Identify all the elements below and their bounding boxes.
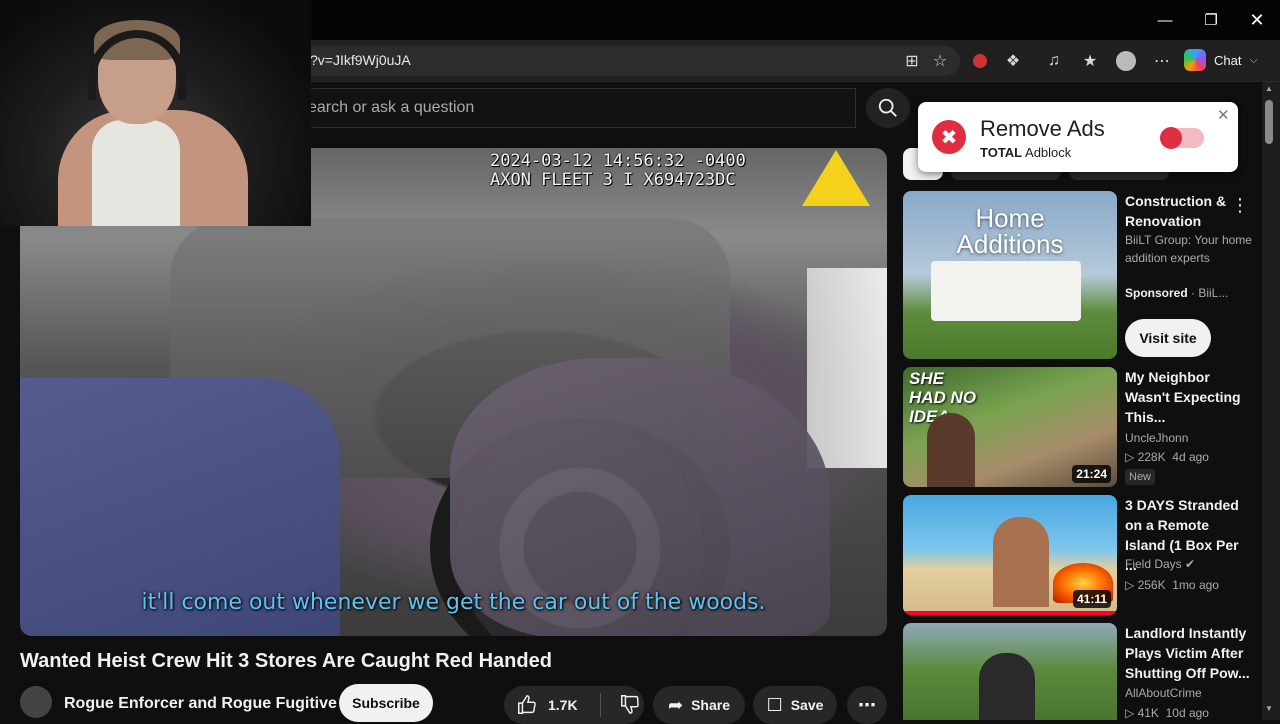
ad-advertiser: BiiL... bbox=[1198, 286, 1229, 300]
media-control-icon[interactable]: ♫ bbox=[1042, 49, 1066, 73]
axon-logo-icon bbox=[802, 150, 870, 206]
kebab-menu-icon[interactable]: ⋮ bbox=[1231, 195, 1249, 216]
extensions-icon[interactable]: ❖ bbox=[1001, 49, 1025, 73]
save-label: Save bbox=[790, 697, 824, 713]
video-channel[interactable]: UncleJhonn bbox=[1125, 429, 1253, 447]
video-duration: 21:24 bbox=[1072, 465, 1111, 483]
thumbs-up-icon bbox=[518, 695, 536, 714]
bookmark-icon: ☐ bbox=[766, 694, 783, 715]
webcam-overlay bbox=[0, 0, 311, 226]
channel-avatar[interactable] bbox=[20, 686, 52, 718]
sponsored-label: Sponsored bbox=[1125, 286, 1188, 300]
like-count: 1.7K bbox=[548, 697, 578, 713]
like-button[interactable]: 1.7K bbox=[516, 694, 578, 716]
visit-site-button[interactable]: Visit site bbox=[1125, 319, 1211, 357]
video-views: 41K bbox=[1137, 706, 1159, 720]
ad-description: BiiLT Group: Your home addition experts bbox=[1125, 233, 1252, 265]
restore-icon[interactable]: ❐ bbox=[1188, 0, 1234, 40]
adblock-brand: TOTAL Adblock bbox=[980, 145, 1071, 160]
share-button[interactable]: ➦ Share bbox=[653, 686, 745, 724]
video-thumbnail[interactable]: 41:11 bbox=[903, 495, 1117, 615]
video-views: 256K bbox=[1137, 578, 1166, 592]
ad-thumbnail[interactable]: Home Additions bbox=[903, 191, 1117, 359]
verified-icon: ✔ bbox=[1185, 557, 1196, 571]
search-icon bbox=[878, 98, 897, 117]
video-age: 4d ago bbox=[1172, 450, 1209, 464]
sponsored-ad-card[interactable]: Home Additions Construction & Renovation… bbox=[903, 191, 1258, 361]
copilot-chat-button[interactable]: Chat ⌵ bbox=[1184, 46, 1274, 74]
dislike-button[interactable] bbox=[619, 693, 641, 718]
save-button[interactable]: ☐ Save bbox=[753, 686, 837, 724]
video-channel[interactable]: AllAboutCrime bbox=[1125, 684, 1253, 702]
video-views: 228K bbox=[1137, 450, 1166, 464]
adblock-x-icon: ✖ bbox=[932, 120, 966, 154]
video-stats: ▷ 41K 10d ago bbox=[1125, 706, 1209, 720]
search-button[interactable] bbox=[866, 88, 910, 128]
minimize-icon[interactable]: — bbox=[1142, 0, 1188, 40]
ad-thumb-text: Home Additions bbox=[956, 203, 1064, 259]
subscribe-button[interactable]: Subscribe bbox=[339, 684, 433, 722]
page-scrollbar[interactable] bbox=[1262, 82, 1280, 720]
more-actions-button[interactable]: ⋯ bbox=[847, 686, 887, 724]
scrollbar-thumb[interactable] bbox=[1265, 100, 1273, 144]
adblock-brand-bold: TOTAL bbox=[980, 145, 1023, 160]
adblock-product: Adblock bbox=[1025, 145, 1072, 160]
list-item[interactable]: Landlord Instantly Plays Victim After Sh… bbox=[903, 623, 1258, 720]
copilot-icon bbox=[1184, 49, 1206, 71]
adblock-title: Remove Ads bbox=[980, 116, 1105, 141]
toggle-knob[interactable] bbox=[1160, 127, 1182, 149]
video-thumbnail[interactable] bbox=[903, 623, 1117, 720]
video-title: Wanted Heist Crew Hit 3 Stores Are Caugh… bbox=[20, 650, 552, 672]
video-title[interactable]: My Neighbor Wasn't Expecting This... bbox=[1125, 367, 1253, 427]
app-available-icon[interactable]: ⊞ bbox=[900, 49, 924, 73]
profile-avatar[interactable] bbox=[1114, 49, 1138, 73]
thumb-person bbox=[993, 517, 1049, 607]
like-dislike-group: 1.7K bbox=[504, 686, 644, 724]
adblock-popup: ✖ Remove Ads TOTAL Adblock ✕ bbox=[918, 102, 1238, 172]
video-stats: ▷ 256K 1mo ago bbox=[1125, 578, 1219, 592]
streamer-shirt bbox=[92, 120, 180, 226]
share-icon: ➦ bbox=[667, 694, 684, 715]
channel-name[interactable]: Rogue Enforcer and Rogue Fugitive bbox=[64, 695, 337, 713]
house-image bbox=[931, 261, 1081, 321]
close-icon[interactable]: ✕ bbox=[1217, 106, 1230, 124]
search-placeholder[interactable]: earch or ask a question bbox=[308, 99, 474, 117]
close-window-icon[interactable]: ✕ bbox=[1234, 0, 1280, 40]
chevron-down-icon: ⌵ bbox=[1249, 53, 1258, 66]
list-item[interactable]: SHE HAD NO IDEA. 21:24 My Neighbor Wasn'… bbox=[903, 367, 1258, 487]
thumb-person bbox=[927, 413, 975, 487]
video-duration: 41:11 bbox=[1072, 590, 1111, 608]
video-title[interactable]: Landlord Instantly Plays Victim After Sh… bbox=[1125, 623, 1253, 683]
video-caption: it'll come out whenever we get the car o… bbox=[141, 590, 766, 615]
favorite-star-icon[interactable]: ☆ bbox=[928, 49, 952, 73]
more-menu-icon[interactable]: ⋯ bbox=[1150, 49, 1174, 73]
scroll-up-icon[interactable]: ▲ bbox=[1265, 84, 1273, 93]
video-thumbnail[interactable]: SHE HAD NO IDEA. 21:24 bbox=[903, 367, 1117, 487]
video-age: 1mo ago bbox=[1172, 578, 1219, 592]
favorites-icon[interactable]: ★ bbox=[1078, 49, 1102, 73]
more-horizontal-icon: ⋯ bbox=[858, 694, 876, 715]
thumbs-down-icon bbox=[620, 694, 639, 714]
divider bbox=[599, 693, 601, 717]
address-text[interactable]: ?v=JIkf9Wj0uJA bbox=[310, 52, 411, 68]
thumb-person bbox=[979, 653, 1035, 720]
video-age: 10d ago bbox=[1165, 706, 1209, 720]
watch-progress-bar bbox=[903, 611, 1117, 615]
new-badge: New bbox=[1125, 469, 1156, 485]
video-channel-row: Field Days ✔ bbox=[1125, 555, 1253, 573]
ad-sponsor-line: Sponsored · BiiL... bbox=[1125, 286, 1229, 300]
list-item[interactable]: 41:11 3 DAYS Stranded on a Remote Island… bbox=[903, 495, 1258, 615]
share-label: Share bbox=[691, 697, 730, 713]
chat-label: Chat bbox=[1214, 52, 1242, 68]
adblock-extension-icon[interactable] bbox=[968, 49, 992, 73]
bodycam-timestamp: 2024-03-12 14:56:32 -0400 AXON FLEET 3 I… bbox=[490, 151, 746, 190]
video-stats: ▷ 228K 4d ago bbox=[1125, 450, 1209, 464]
scroll-down-icon[interactable]: ▼ bbox=[1265, 704, 1273, 713]
video-channel[interactable]: Field Days bbox=[1125, 557, 1182, 571]
car-window bbox=[807, 268, 887, 468]
